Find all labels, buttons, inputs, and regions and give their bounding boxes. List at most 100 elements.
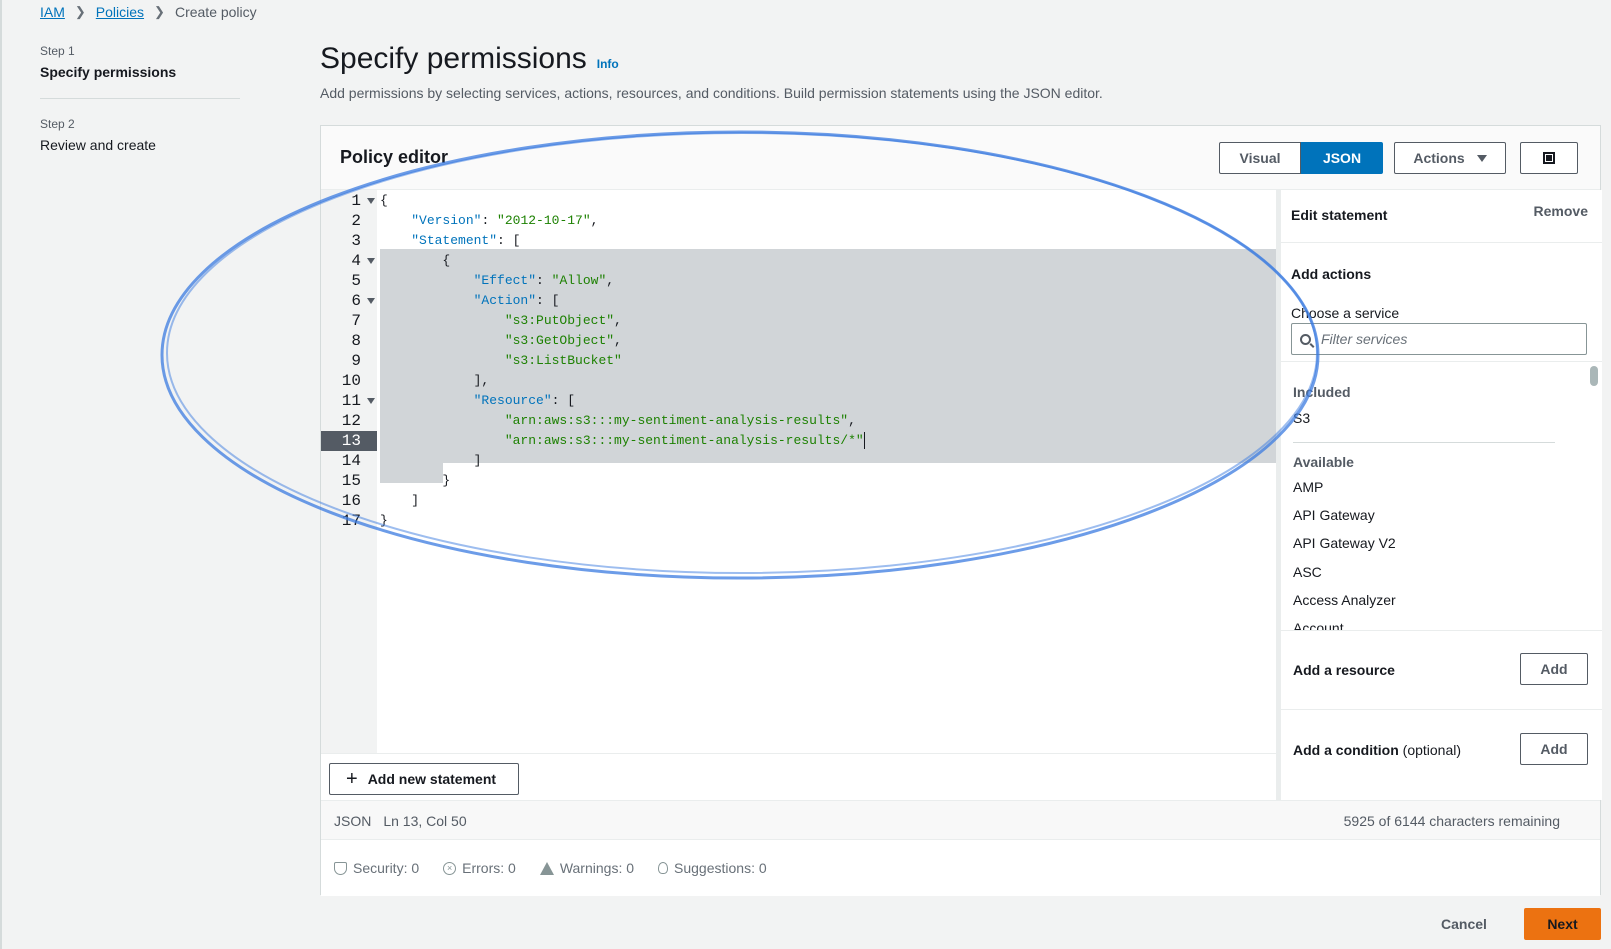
info-link[interactable]: Info <box>597 57 619 71</box>
line-number: 13 <box>321 431 377 451</box>
line-number: 4 <box>321 251 377 271</box>
errors-count[interactable]: × Errors: 0 <box>443 860 516 876</box>
service-list[interactable]: Included S3 Available AMP API Gateway AP… <box>1281 361 1602 631</box>
line-number: 15 <box>321 471 377 491</box>
line-number-text: 14 <box>341 452 361 470</box>
divider <box>1293 442 1555 443</box>
fold-icon[interactable] <box>367 198 375 204</box>
optional-text: (optional) <box>1402 742 1462 758</box>
add-statement-label: Add new statement <box>367 771 497 787</box>
code-editor[interactable]: 1 2 3 4 5 6 7 8 9 10 11 12 13 14 15 16 17 { "Version": "… <box>321 190 1276 753</box>
plus-icon: + <box>346 768 358 790</box>
chevron-right-icon: ❯ <box>74 4 86 19</box>
add-condition-text: Add a condition <box>1293 742 1399 758</box>
line-number-text: 12 <box>341 412 361 430</box>
code-line: "s3:PutObject", <box>504 313 622 328</box>
code-line: "Statement": [ <box>411 233 521 248</box>
statement-panel-header: Edit statement Remove <box>1281 190 1602 243</box>
errors-label: Errors: 0 <box>462 860 516 876</box>
code-line: "s3:ListBucket" <box>504 353 622 368</box>
service-item-s3[interactable]: S3 <box>1293 410 1310 426</box>
breadcrumb-policies[interactable]: Policies <box>96 4 144 20</box>
line-number-text: 11 <box>341 392 361 410</box>
line-number: 5 <box>321 271 377 291</box>
suggestions-count[interactable]: Suggestions: 0 <box>658 860 767 876</box>
service-item[interactable]: API Gateway <box>1293 507 1375 523</box>
service-item[interactable]: ASC <box>1293 564 1322 580</box>
code-line: "arn:aws:s3:::my-sentiment-analysis-resu… <box>504 432 865 450</box>
tab-json[interactable]: JSON <box>1301 142 1383 174</box>
remove-statement-button[interactable]: Remove <box>1534 203 1588 219</box>
fold-icon[interactable] <box>367 298 375 304</box>
tab-visual[interactable]: Visual <box>1219 142 1301 174</box>
step-title: Review and create <box>40 137 156 153</box>
warnings-count[interactable]: Warnings: 0 <box>539 860 634 876</box>
add-new-statement-button[interactable]: + Add new statement <box>329 763 519 795</box>
toggle-panel-button[interactable] <box>1520 142 1578 174</box>
editor-mode-toggle: Visual JSON <box>1219 142 1383 174</box>
code-line: "Effect": "Allow", <box>473 273 615 288</box>
step-2[interactable]: Step 2 Review and create <box>40 117 240 153</box>
line-gutter: 1 2 3 4 5 6 7 8 9 10 11 12 13 14 15 16 17 <box>321 190 377 753</box>
line-number: 2 <box>321 211 377 231</box>
page-header: Specify permissions Info <box>320 42 619 76</box>
add-resource-label: Add a resource <box>1293 662 1395 678</box>
editor-title: Policy editor <box>340 147 449 167</box>
code-line: "Action": [ <box>473 293 560 308</box>
step-title: Specify permissions <box>40 64 177 80</box>
code-line: "s3:GetObject", <box>504 333 622 348</box>
code-line: "arn:aws:s3:::my-sentiment-analysis-resu… <box>504 413 856 428</box>
shield-icon <box>334 861 347 875</box>
line-number: 17 <box>321 511 377 531</box>
scrollbar[interactable] <box>1590 366 1598 386</box>
fold-icon[interactable] <box>367 398 375 404</box>
service-item[interactable]: Access Analyzer <box>1293 592 1396 608</box>
code-line: } <box>380 473 451 488</box>
line-number-text: 7 <box>351 312 361 330</box>
available-heading: Available <box>1293 454 1354 470</box>
add-condition-row: Add a condition (optional) Add <box>1281 710 1602 800</box>
page-title: Specify permissions <box>320 42 587 75</box>
filter-services-box[interactable] <box>1291 323 1587 355</box>
add-resource-button[interactable]: Add <box>1520 653 1588 685</box>
step-number: Step 1 <box>40 44 75 58</box>
policy-editor: Policy editor Visual JSON Actions 123456… <box>320 125 1602 896</box>
service-item[interactable]: AMP <box>1293 479 1323 495</box>
add-condition-button[interactable]: Add <box>1520 733 1588 765</box>
service-item[interactable]: API Gateway V2 <box>1293 535 1396 551</box>
line-number-text: 9 <box>351 352 361 370</box>
actions-dropdown[interactable]: Actions <box>1394 142 1506 174</box>
line-number: 16 <box>321 491 377 511</box>
service-item[interactable]: Account <box>1293 620 1344 630</box>
line-number: 11 <box>321 391 377 411</box>
step-number: Step 2 <box>40 117 75 131</box>
breadcrumb-iam[interactable]: IAM <box>40 4 65 20</box>
wizard-steps: Step 1 Specify permissions Step 2 Review… <box>40 44 240 153</box>
line-number-text: 8 <box>351 332 361 350</box>
add-condition-label: Add a condition (optional) <box>1293 742 1461 758</box>
step-1[interactable]: Step 1 Specify permissions <box>40 44 240 80</box>
security-count[interactable]: Security: 0 <box>334 860 419 876</box>
next-button[interactable]: Next <box>1524 908 1601 940</box>
line-number: 12 <box>321 411 377 431</box>
statement-panel: Edit statement Remove Add actions Choose… <box>1276 190 1602 800</box>
editor-mode: JSON <box>334 813 372 829</box>
fold-icon[interactable] <box>367 258 375 264</box>
security-label: Security: 0 <box>353 860 420 876</box>
line-number-text: 5 <box>351 272 361 290</box>
line-number: 10 <box>321 371 377 391</box>
bulb-icon <box>658 862 669 874</box>
line-number: 3 <box>321 231 377 251</box>
line-number: 1 <box>321 191 377 211</box>
text-cursor <box>863 432 865 450</box>
filter-services-input[interactable] <box>1319 330 1569 348</box>
editor-status-bar: JSON Ln 13, Col 50 5925 of 6144 characte… <box>321 800 1600 840</box>
cancel-button[interactable]: Cancel <box>1432 908 1496 940</box>
code-line: ], <box>380 373 490 388</box>
line-number: 7 <box>321 311 377 331</box>
line-number-text: 6 <box>351 292 361 310</box>
breadcrumb-current: Create policy <box>174 4 257 20</box>
choose-service-label: Choose a service <box>1291 305 1400 321</box>
left-rail <box>0 0 2 949</box>
code-line: { <box>380 193 388 208</box>
